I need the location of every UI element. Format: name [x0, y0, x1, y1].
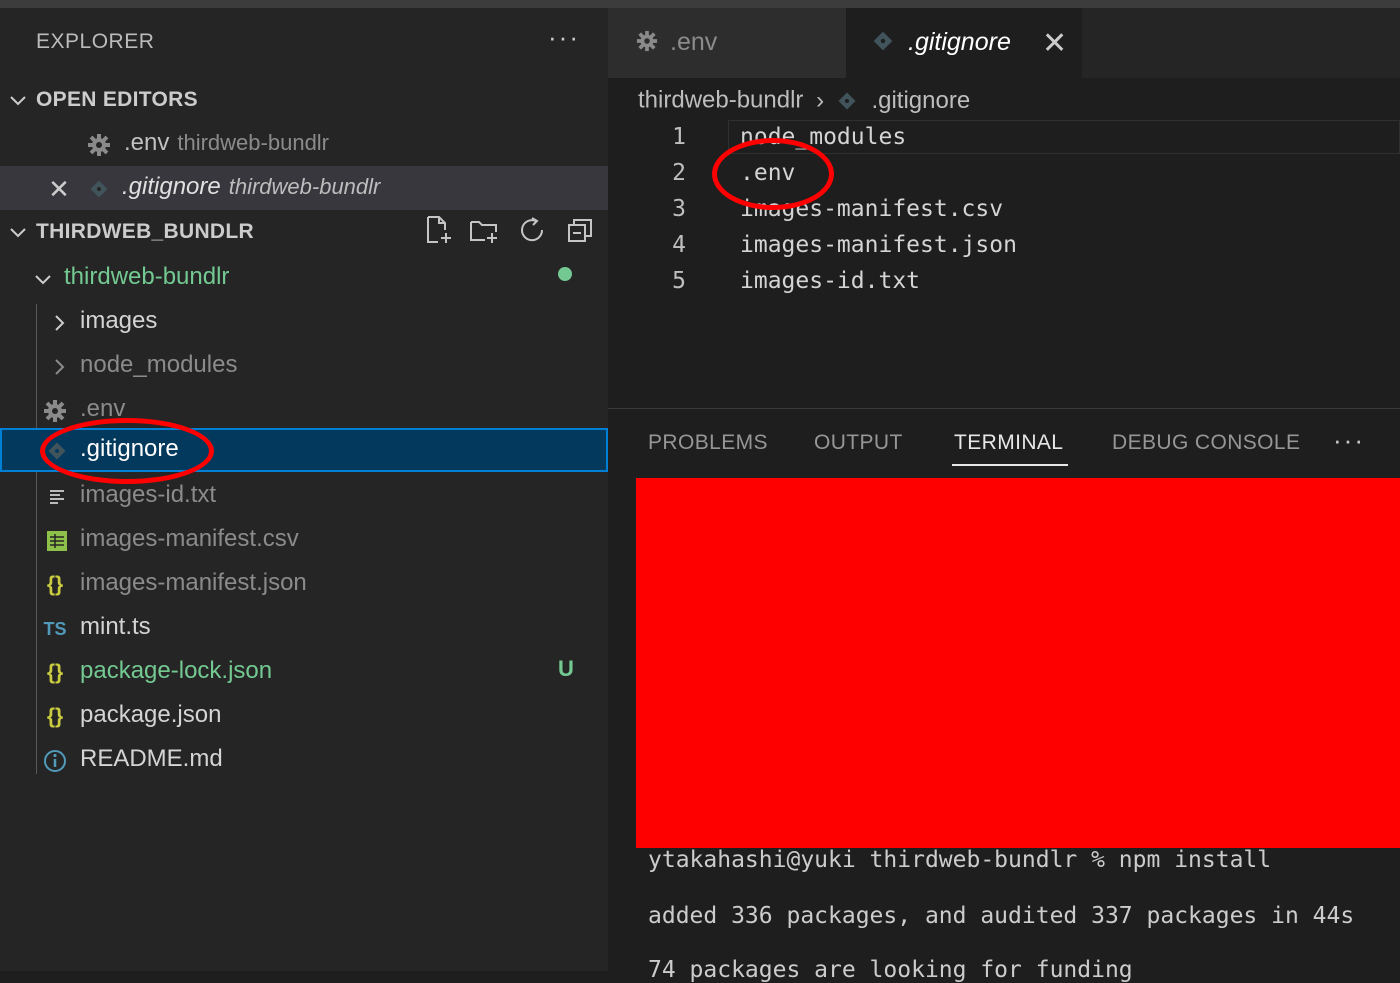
tab-label: .env [670, 28, 718, 56]
code-line[interactable]: 4 images-manifest.json [608, 228, 1400, 264]
chevron-down-icon [8, 222, 28, 242]
tab-problems[interactable]: PROBLEMS [648, 431, 768, 455]
json-braces-icon: {} [46, 705, 64, 728]
tab-debug-console[interactable]: DEBUG CONSOLE [1112, 431, 1300, 455]
redacted-area [636, 478, 1400, 848]
folder-root[interactable]: thirdweb-bundlr [0, 256, 608, 300]
annotation-circle [40, 418, 214, 484]
gear-icon [636, 30, 658, 59]
untracked-badge: U [558, 656, 574, 681]
gear-icon [86, 132, 112, 158]
breadcrumb: thirdweb-bundlr › .gitignore [638, 86, 970, 115]
git-icon [872, 30, 894, 59]
refresh-icon[interactable] [516, 214, 548, 246]
line-number: 3 [672, 196, 686, 222]
tree-item-label: mint.ts [80, 613, 151, 640]
title-bar [0, 0, 1400, 8]
terminal-line: 74 packages are looking for funding [648, 957, 1133, 983]
tree-item-label: node_modules [80, 351, 238, 378]
open-editors-header[interactable]: OPEN EDITORS [0, 80, 608, 120]
explorer-sidebar: EXPLORER ··· OPEN EDITORS .env thirdweb-b… [0, 8, 608, 971]
tree-item-label: images-manifest.json [80, 569, 307, 596]
code-line[interactable]: 5 images-id.txt [608, 264, 1400, 300]
modified-dot-icon [558, 267, 572, 281]
chevron-down-icon [8, 90, 28, 110]
info-icon [42, 748, 68, 774]
git-icon [837, 87, 864, 114]
tree-item-images-manifest-csv[interactable]: images-manifest.csv [0, 518, 608, 562]
code-text[interactable]: images-id.txt [740, 268, 920, 294]
tree-item-label: package.json [80, 701, 222, 728]
tree-item-package-lock-json[interactable]: {} package-lock.json [0, 650, 608, 694]
open-editor-name: .env [124, 129, 170, 156]
explorer-more-actions-icon[interactable]: ··· [548, 22, 580, 53]
editor-tab-bar: .env .gitignore ✕ [608, 8, 1400, 78]
tree-item-readme[interactable]: README.md [0, 738, 608, 782]
editor-area: .env .gitignore ✕ thirdweb-bundlr › .git… [608, 8, 1400, 408]
json-braces-icon: {} [46, 573, 64, 596]
git-icon [86, 176, 112, 202]
breadcrumb-file[interactable]: .gitignore [871, 87, 970, 114]
terminal-line: added 336 packages, and audited 337 pack… [648, 903, 1355, 929]
tree-item-label: images [80, 307, 158, 334]
line-number: 4 [672, 232, 686, 258]
open-editor-name: .gitignore [122, 173, 221, 200]
open-editors-label: OPEN EDITORS [36, 88, 198, 111]
line-number: 1 [672, 124, 686, 150]
tree-item-label: package-lock.json [80, 657, 273, 684]
close-icon[interactable]: ✕ [46, 174, 72, 204]
chevron-right-icon [46, 354, 72, 380]
tree-item-label: images-id.txt [80, 481, 217, 508]
tree-item-images-manifest-json[interactable]: {} images-manifest.json [0, 562, 608, 606]
active-tab-indicator [952, 464, 1068, 466]
tree-item-images[interactable]: images [0, 300, 608, 344]
tree-item-label: images-manifest.csv [80, 525, 299, 552]
tree-item-label: README.md [80, 745, 223, 772]
line-number: 5 [672, 268, 686, 294]
csv-file-icon [44, 528, 70, 554]
open-editor-env[interactable]: .env thirdweb-bundlr [0, 122, 608, 166]
panel-more-actions-icon[interactable]: ··· [1333, 425, 1365, 456]
tree-item-mint-ts[interactable]: TS mint.ts [0, 606, 608, 650]
breadcrumb-folder[interactable]: thirdweb-bundlr [638, 87, 803, 114]
new-folder-icon[interactable] [468, 214, 500, 246]
open-editor-gitignore[interactable]: ✕ .gitignore thirdweb-bundlr [0, 166, 608, 210]
open-editor-desc: thirdweb-bundlr [177, 130, 330, 155]
collapse-all-icon[interactable] [564, 214, 596, 246]
annotation-circle [712, 138, 834, 210]
new-file-icon[interactable] [422, 214, 454, 246]
folder-root-label: thirdweb-bundlr [64, 263, 230, 290]
chevron-down-icon [30, 266, 56, 292]
open-editor-desc: thirdweb-bundlr [228, 174, 381, 199]
explorer-title: EXPLORER [36, 30, 155, 53]
breadcrumb-separator: › [816, 86, 825, 114]
tree-item-package-json[interactable]: {} package.json [0, 694, 608, 738]
tree-item-node-modules[interactable]: node_modules [0, 344, 608, 388]
text-file-icon [44, 484, 70, 510]
line-number: 2 [672, 160, 686, 186]
typescript-icon: TS [43, 618, 67, 639]
terminal-line: ytakahashi@yuki thirdweb-bundlr % npm in… [648, 847, 1272, 873]
close-icon[interactable]: ✕ [1042, 26, 1067, 61]
chevron-right-icon [46, 310, 72, 336]
tab-gitignore[interactable]: .gitignore ✕ [846, 8, 1082, 78]
code-editor[interactable]: 1 node_modules 2 .env 3 images-manifest.… [608, 120, 1400, 300]
tab-terminal[interactable]: TERMINAL [954, 431, 1063, 455]
gear-icon [42, 398, 68, 424]
workspace-label: THIRDWEB_BUNDLR [36, 220, 254, 243]
json-braces-icon: {} [46, 661, 64, 684]
code-text[interactable]: images-manifest.json [740, 232, 1017, 258]
tab-label: .gitignore [908, 28, 1011, 56]
tab-env[interactable]: .env [608, 8, 846, 78]
bottom-panel: PROBLEMS OUTPUT TERMINAL DEBUG CONSOLE ·… [608, 408, 1400, 983]
tab-output[interactable]: OUTPUT [814, 431, 903, 455]
